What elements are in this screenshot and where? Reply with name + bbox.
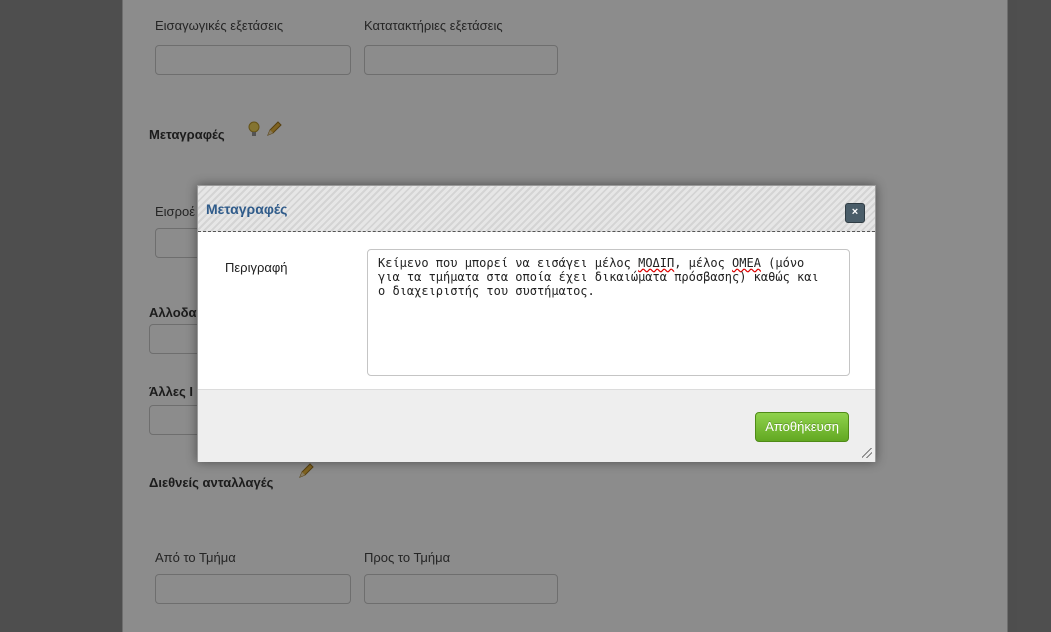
- resize-handle[interactable]: [862, 448, 872, 458]
- transfers-dialog: Μεταγραφές × Περιγραφή Κείμενο που μπορε…: [197, 185, 876, 462]
- save-button[interactable]: Αποθήκευση: [755, 412, 849, 442]
- description-textarea[interactable]: Κείμενο που μπορεί να εισάγει μέλος ΜΟΔΙ…: [367, 249, 850, 376]
- close-icon: ×: [851, 206, 859, 218]
- description-label: Περιγραφή: [225, 260, 288, 275]
- dialog-footer: Αποθήκευση: [198, 389, 875, 462]
- close-button[interactable]: ×: [845, 203, 865, 223]
- spellcheck-word: ΜΟΔΙΠ: [638, 256, 675, 270]
- dialog-title: Μεταγραφές: [206, 201, 288, 217]
- spellcheck-word: ΟΜΕΑ: [732, 256, 761, 270]
- dialog-header[interactable]: Μεταγραφές ×: [198, 186, 875, 232]
